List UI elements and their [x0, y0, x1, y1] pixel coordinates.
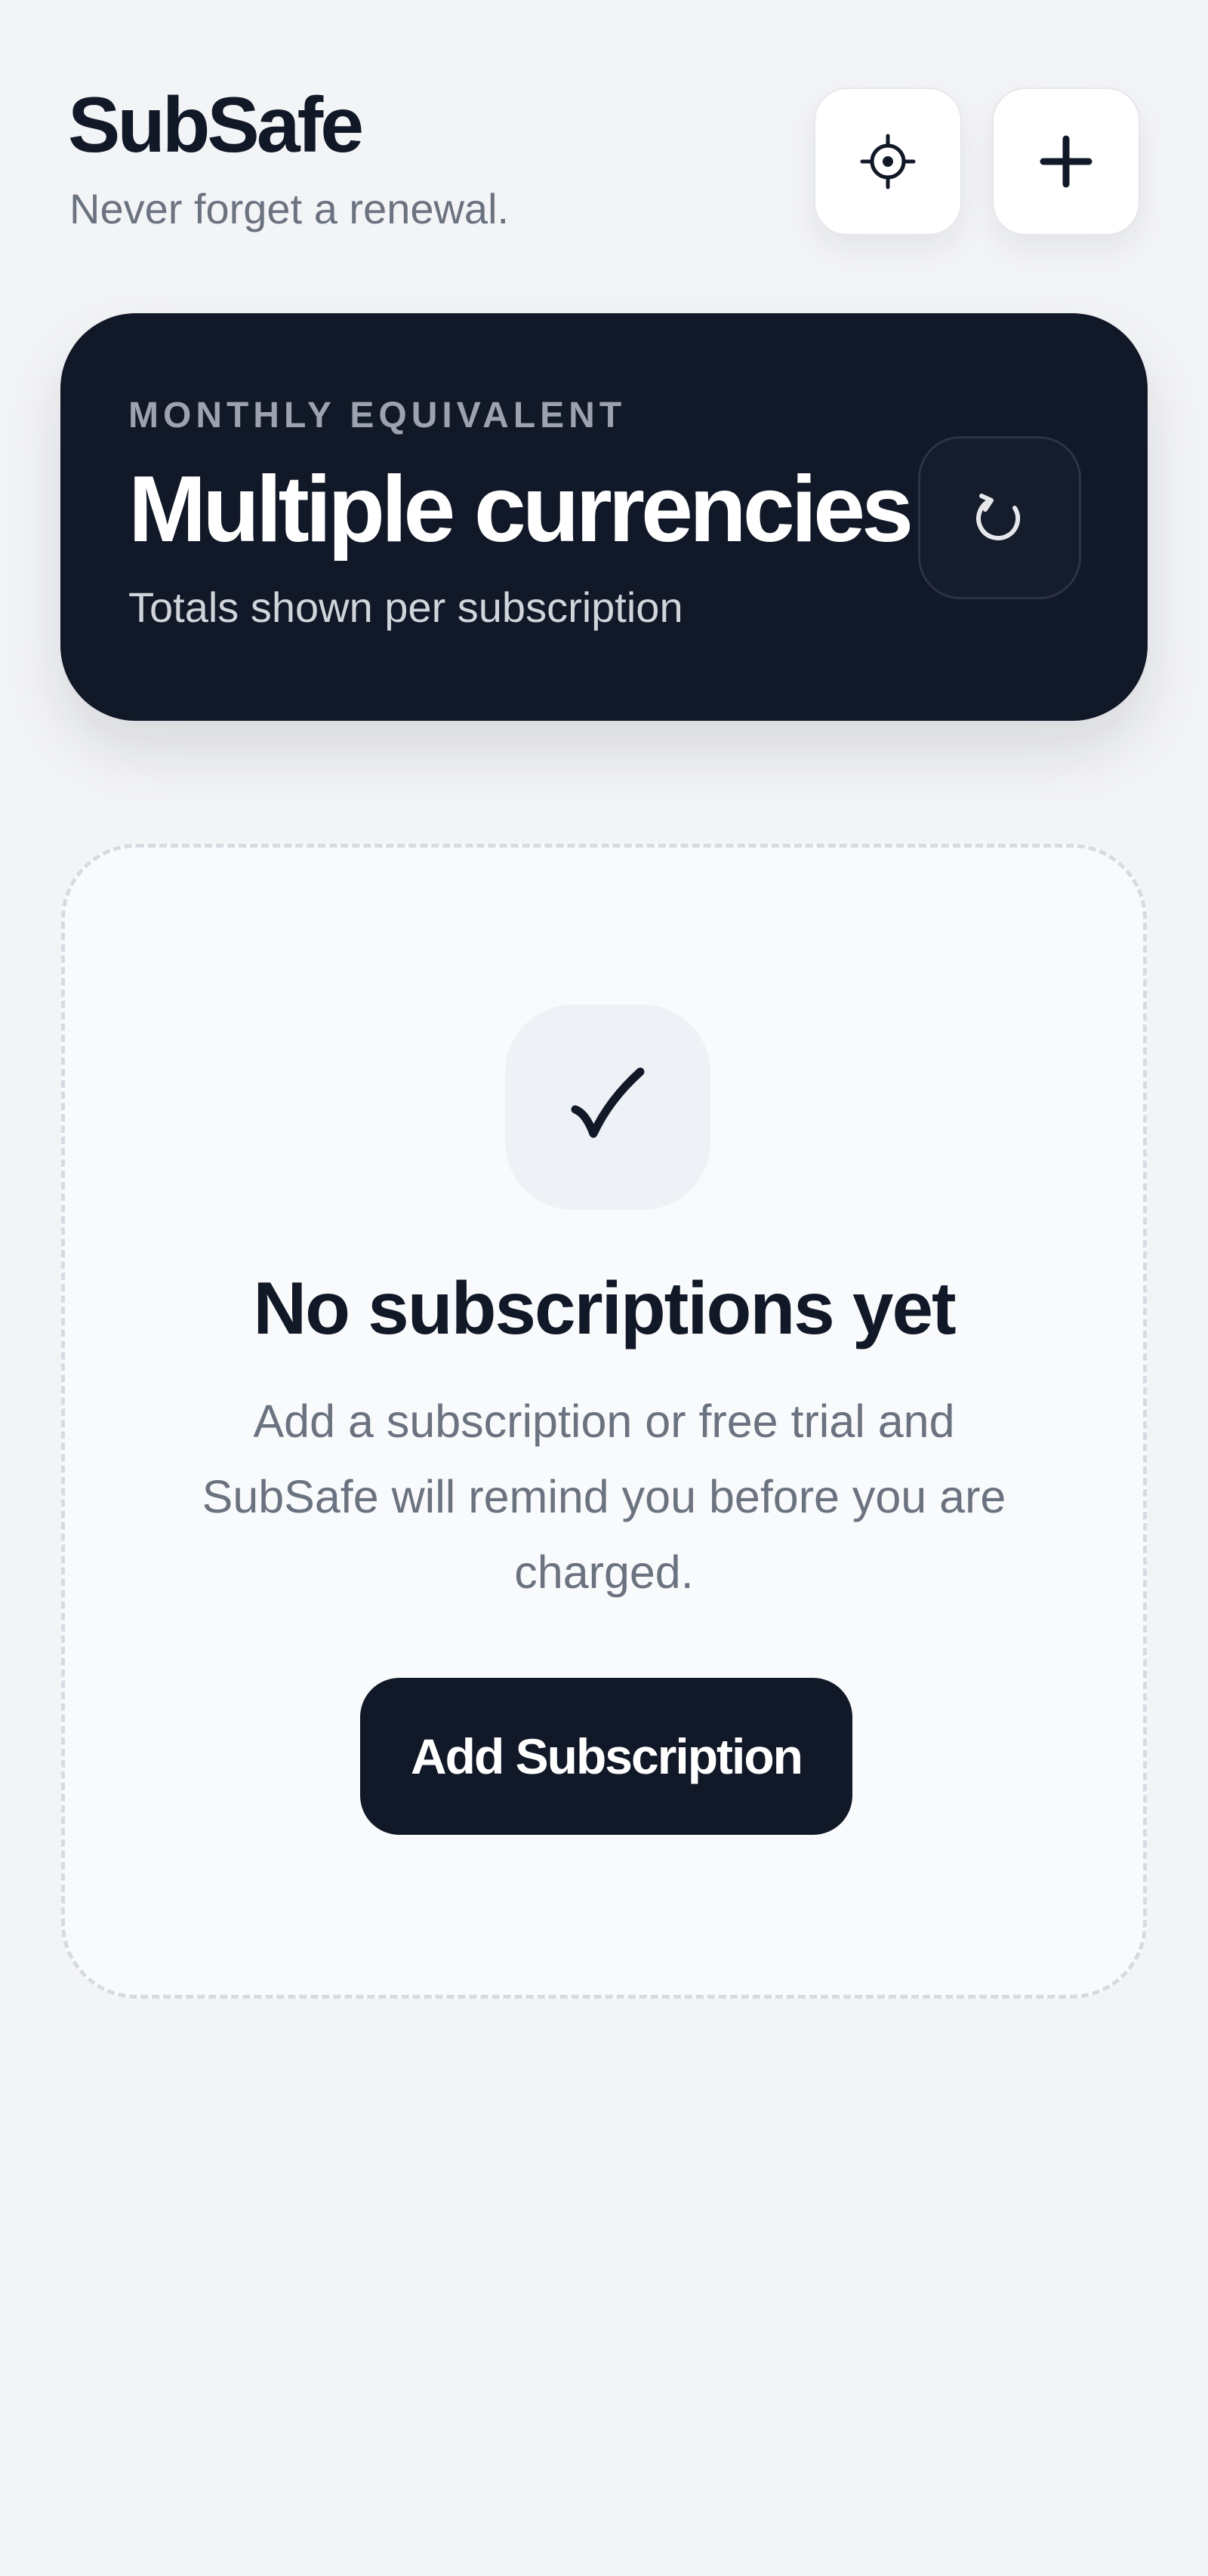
- plus-icon: [1040, 135, 1092, 188]
- settings-button[interactable]: [814, 88, 962, 235]
- empty-state-card: No subscriptions yet Add a subscription …: [61, 844, 1147, 1999]
- add-subscription-button[interactable]: Add Subscription: [360, 1678, 852, 1835]
- summary-total: Multiple currencies: [128, 457, 914, 562]
- add-subscription-icon-button[interactable]: [992, 88, 1140, 235]
- app-subtitle: Never forget a renewal.: [69, 185, 510, 232]
- checkmark-icon: [571, 1067, 645, 1138]
- empty-state-description: Add a subscription or free trial and Sub…: [202, 1396, 1006, 1598]
- app-screen: SubSafe Never forget a renewal. MONTHLY …: [0, 0, 1208, 2576]
- summary-eyebrow: MONTHLY EQUIVALENT: [128, 395, 627, 435]
- app-title: SubSafe: [68, 82, 364, 169]
- refresh-icon: [976, 494, 1020, 540]
- empty-state-icon-container: [505, 1005, 710, 1210]
- summary-note: Totals shown per subscription: [128, 583, 683, 631]
- app-header: SubSafe Never forget a renewal.: [68, 80, 1140, 246]
- refresh-button[interactable]: [918, 436, 1081, 599]
- monthly-summary-card: MONTHLY EQUIVALENT Multiple currencies T…: [60, 313, 1148, 721]
- empty-state-title: No subscriptions yet: [253, 1266, 956, 1350]
- gear-icon: [860, 134, 916, 189]
